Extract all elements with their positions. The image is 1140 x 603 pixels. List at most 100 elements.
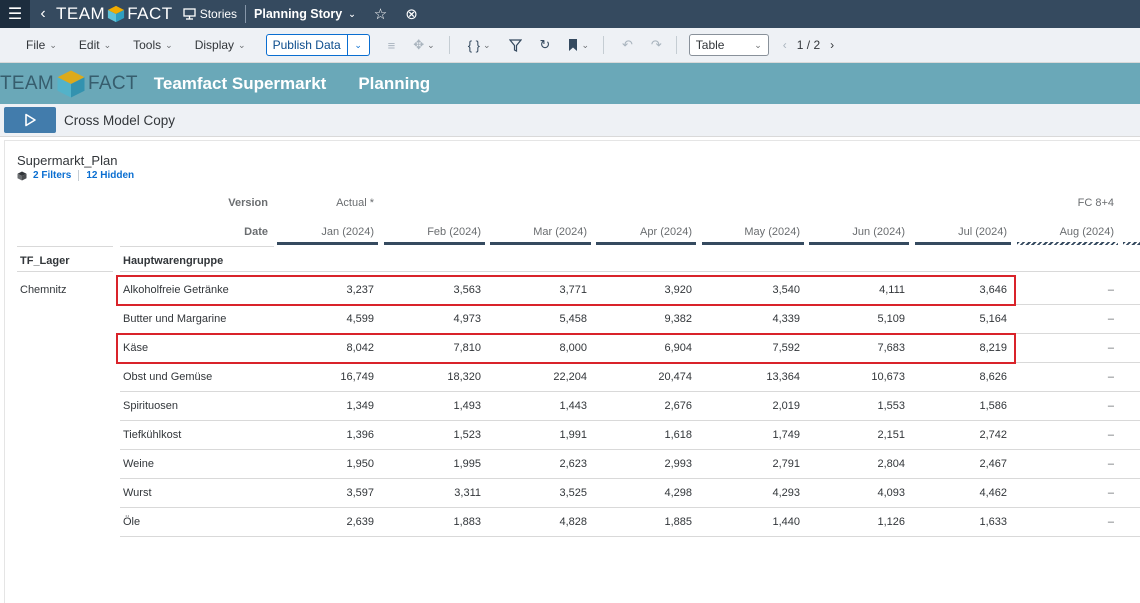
product-group-cell: Weine [123,458,154,470]
toolbar-separator [602,36,604,54]
chevron-down-icon: ⌄ [165,39,173,50]
undo-icon[interactable]: ↶ [622,37,633,53]
move-icon[interactable]: ✥ ⌄ [413,37,434,53]
formula-icon[interactable]: { } ⌄ [468,38,491,53]
filter-icon[interactable] [508,38,522,52]
tf-lager-cell: Chemnitz [20,284,67,296]
chevron-down-icon: ⌄ [348,8,356,19]
value-cell: – [1107,429,1114,441]
shell-bar: ☰ ‹ TEAM FACT Stories Planning Story ⌄ ☆… [0,0,1140,28]
toolbar-separator [448,36,450,54]
dimension-divider [17,246,113,247]
teamfact-logo: TEAM FACT [56,4,173,24]
file-menu[interactable]: File ⌄ [26,38,57,52]
publish-data-dropdown[interactable]: ⌄ [347,34,370,56]
row-divider [120,271,1140,272]
previous-page-icon[interactable]: ‹ [783,38,787,52]
chevron-down-icon: ⌄ [754,39,762,50]
banner-title: Teamfact Supermarkt [153,73,327,93]
cross-model-copy-label: Cross Model Copy [64,112,176,128]
row-divider [120,536,1140,537]
display-menu[interactable]: Display ⌄ [195,38,246,52]
value-cell: – [1107,458,1114,470]
action-row: Cross Model Copy [0,104,1140,137]
play-icon [25,113,36,127]
version-actual: Actual * [336,197,374,209]
logo-text-right: FACT [127,4,173,23]
value-cell: – [1107,487,1114,499]
row-divider [120,478,1140,479]
tools-label: Tools [133,38,162,52]
bookmark-icon[interactable]: ⌄ [568,39,589,51]
widget-meta: 2 Filters 12 Hidden [17,170,134,181]
banner-logo-left: TEAM [0,72,54,94]
tools-menu[interactable]: Tools ⌄ [133,38,173,52]
column-header-underline [490,242,591,245]
view-type-value: Table [695,38,725,52]
run-button[interactable] [4,107,56,133]
hauptwarengruppe-header: Hauptwarengruppe [123,255,224,267]
stories-label: Stories [199,7,238,21]
display-label: Display [194,38,235,52]
column-header-underline [596,242,696,245]
value-cell: – [1107,313,1114,325]
row-divider [120,420,1140,421]
close-circle-icon[interactable]: ⊗ [405,5,418,23]
cube-logo-icon [108,5,125,23]
product-group-cell: Wurst [123,487,152,499]
refresh-icon[interactable]: ↻ [540,37,551,53]
page-indicator: 1 / 2 [796,38,821,52]
column-header-underline [809,242,909,245]
cube-logo-icon [57,70,85,97]
banner-logo: TEAM FACT [0,69,138,99]
row-divider [120,507,1140,508]
tf-lager-header: TF_Lager [20,255,70,267]
page-navigator: ‹ 1 / 2 › [783,38,834,52]
align-icon[interactable]: ≡ [388,38,396,53]
value-cell: – [1107,400,1114,412]
product-group-cell: Spirituosen [123,400,179,412]
stories-link[interactable]: Stories [183,7,237,21]
banner-subtitle: Planning [358,73,431,93]
hidden-link[interactable]: 12 Hidden [86,170,134,181]
value-cell: – [1107,516,1114,528]
story-title-dropdown[interactable]: Planning Story ⌄ [254,7,356,21]
column-header-underline [277,242,378,245]
column-header-underline [384,242,485,245]
filters-link[interactable]: 2 Filters [33,170,71,181]
next-page-icon[interactable]: › [830,38,834,52]
edit-menu[interactable]: Edit ⌄ [79,38,111,52]
menu-icon[interactable]: ☰ [0,0,30,28]
toolbar-separator [675,36,677,54]
view-type-select[interactable]: Table ⌄ [688,34,769,56]
story-banner: TEAM FACT Teamfact Supermarkt Planning [0,63,1140,104]
toolbar: File ⌄ Edit ⌄ Tools ⌄ Display ⌄ Publish Data… [0,28,1140,63]
column-header-underline [1123,242,1140,245]
shell-separator [245,5,247,23]
chevron-down-icon: ⌄ [238,39,246,50]
publish-data-button[interactable]: Publish Data [265,34,348,56]
meta-separator [78,170,80,181]
publish-data-split-button: Publish Data ⌄ [265,34,370,56]
widget-title: Supermarkt_Plan [17,153,118,168]
banner-logo-right: FACT [87,72,138,94]
table-widget: Supermarkt_Plan 2 Filters 12 Hidden Vers… [4,140,1140,603]
product-group-cell: Öle [123,516,141,528]
version-fc: FC 8+4 [1077,197,1114,209]
column-header-underline [702,242,804,245]
back-icon[interactable]: ‹ [30,5,56,23]
highlight-box [116,275,1016,306]
story-title: Planning Story [254,7,343,21]
date-column-header: Aug (2024) [1059,226,1114,238]
logo-text-left: TEAM [56,4,106,23]
product-group-cell: Tiefkühlkost [123,429,182,441]
dimension-divider [120,246,274,247]
edit-label: Edit [78,38,100,52]
star-icon[interactable]: ☆ [374,5,387,23]
column-header-underline [1017,242,1118,245]
row-divider [17,271,113,272]
redo-icon[interactable]: ↷ [651,37,662,53]
chevron-down-icon: ⌄ [49,39,57,50]
value-cell: – [1107,371,1114,383]
model-icon [17,171,27,180]
